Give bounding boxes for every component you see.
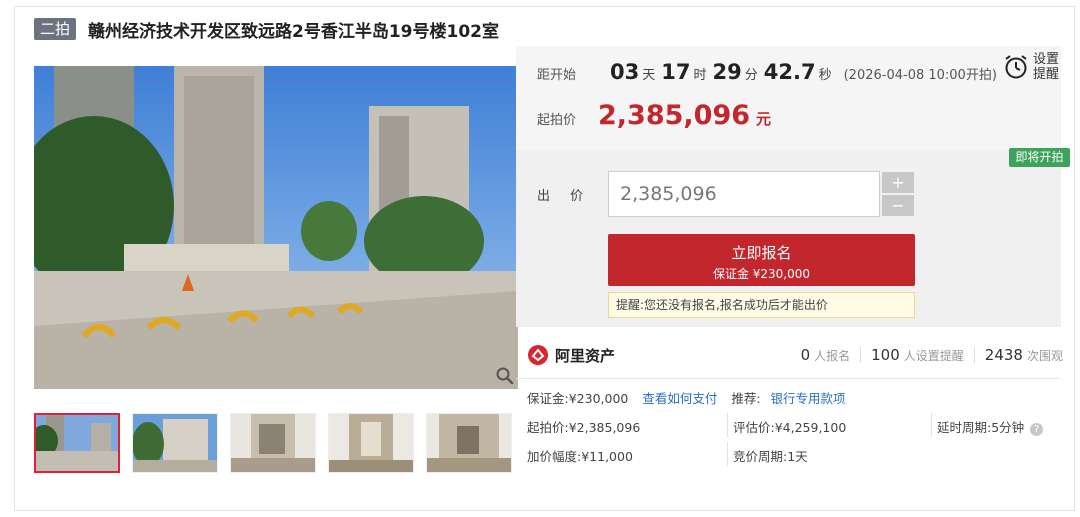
status-badge: 即将开拍 <box>1009 148 1070 167</box>
signup-count-label: 人报名 <box>814 348 851 363</box>
reminder-label: 设置 提醒 <box>1033 52 1059 82</box>
decrease-bid-button[interactable]: − <box>882 195 914 216</box>
reminder-line-2: 提醒 <box>1033 67 1060 82</box>
countdown-label: 距开始 <box>537 68 577 83</box>
detail-delay-period: 延时周期:5分钟? <box>937 417 1044 436</box>
countdown-seconds-unit: 秒 <box>818 68 832 83</box>
brand-name: 阿里资产 <box>555 346 616 365</box>
main-photo[interactable] <box>34 66 518 389</box>
signup-tip: 提醒:您还没有报名,报名成功后才能出价 <box>608 292 915 318</box>
thumbnail-strip <box>34 413 524 473</box>
bid-input[interactable] <box>608 171 880 217</box>
stats: 0 人报名 100 人设置提醒 2438 次围观 <box>801 340 1063 370</box>
set-reminder-button[interactable]: 设置 提醒 <box>1003 50 1073 84</box>
help-icon[interactable]: ? <box>1030 423 1044 436</box>
stat-divider <box>860 347 862 363</box>
thumbnail-1[interactable] <box>34 413 120 473</box>
start-time: (2026-04-08 10:00开拍) <box>843 68 997 83</box>
alarm-clock-icon <box>1005 55 1027 79</box>
signup-button[interactable]: 立即报名 保证金 ¥230,000 <box>608 234 915 286</box>
recommend-label: 推荐: <box>731 391 761 406</box>
increase-bid-button[interactable]: + <box>882 172 914 193</box>
countdown-days: 03 <box>610 60 640 84</box>
starting-price-label: 起拍价 <box>537 113 577 128</box>
starting-price-row: 起拍价 2,385,096 元 <box>537 100 771 132</box>
countdown-hours-unit: 时 <box>693 68 707 83</box>
countdown: 距开始 03 天 17 时 29 分 42.7 秒 (2026-04-08 10… <box>537 60 997 88</box>
bid-label: 出 价 <box>537 189 592 204</box>
thumbnail-5[interactable] <box>426 413 512 473</box>
zoom-icon[interactable] <box>495 366 515 386</box>
detail-bid-period: 竞价周期:1天 <box>733 449 808 464</box>
bank-payment-link[interactable]: 银行专用款项 <box>771 391 846 406</box>
signup-label: 立即报名 <box>731 244 792 262</box>
signup-count: 0 <box>800 346 811 364</box>
signup-deposit: 保证金 ¥230,000 <box>712 267 811 281</box>
thumbnail-4[interactable] <box>328 413 414 473</box>
view-count: 2438 <box>984 346 1023 364</box>
detail-divider <box>931 413 932 437</box>
divider <box>516 378 1061 379</box>
detail-increment: 加价幅度:¥11,000 <box>527 449 633 464</box>
title-row: 二拍 赣州经济技术开发区致远路2号香江半岛19号楼102室 <box>34 16 499 42</box>
countdown-days-unit: 天 <box>642 68 656 83</box>
deposit-row: 保证金:¥230,000 查看如何支付 推荐: 银行专用款项 <box>527 388 846 407</box>
detail-divider <box>727 442 728 466</box>
thumbnail-2[interactable] <box>132 413 218 473</box>
reminder-count: 100 <box>871 346 900 364</box>
countdown-seconds: 42.7 <box>763 60 816 84</box>
deposit-text: 保证金:¥230,000 <box>527 391 629 406</box>
round-tag: 二拍 <box>34 18 77 40</box>
detail-appraisal: 评估价:¥4,259,100 <box>733 420 847 435</box>
how-to-pay-link[interactable]: 查看如何支付 <box>642 391 717 406</box>
brand-row: 阿里资产 0 人报名 100 人设置提醒 2438 次围观 <box>527 340 1063 370</box>
ali-assets-logo-icon <box>528 345 548 365</box>
delay-period-text: 延时周期:5分钟 <box>937 420 1025 435</box>
reminder-count-label: 人设置提醒 <box>903 348 964 363</box>
page-title: 赣州经济技术开发区致远路2号香江半岛19号楼102室 <box>88 21 499 42</box>
view-count-label: 次围观 <box>1026 348 1063 363</box>
starting-price-value: 2,385,096 <box>598 100 751 131</box>
countdown-minutes-unit: 分 <box>744 68 758 83</box>
countdown-minutes: 29 <box>712 60 742 84</box>
thumbnail-3[interactable] <box>230 413 316 473</box>
detail-starting-price: 起拍价:¥2,385,096 <box>527 420 641 435</box>
stat-divider <box>973 347 975 363</box>
countdown-hours: 17 <box>661 60 691 84</box>
reminder-line-1: 设置 <box>1033 52 1060 67</box>
detail-divider <box>727 413 728 437</box>
starting-price-unit: 元 <box>756 110 772 128</box>
